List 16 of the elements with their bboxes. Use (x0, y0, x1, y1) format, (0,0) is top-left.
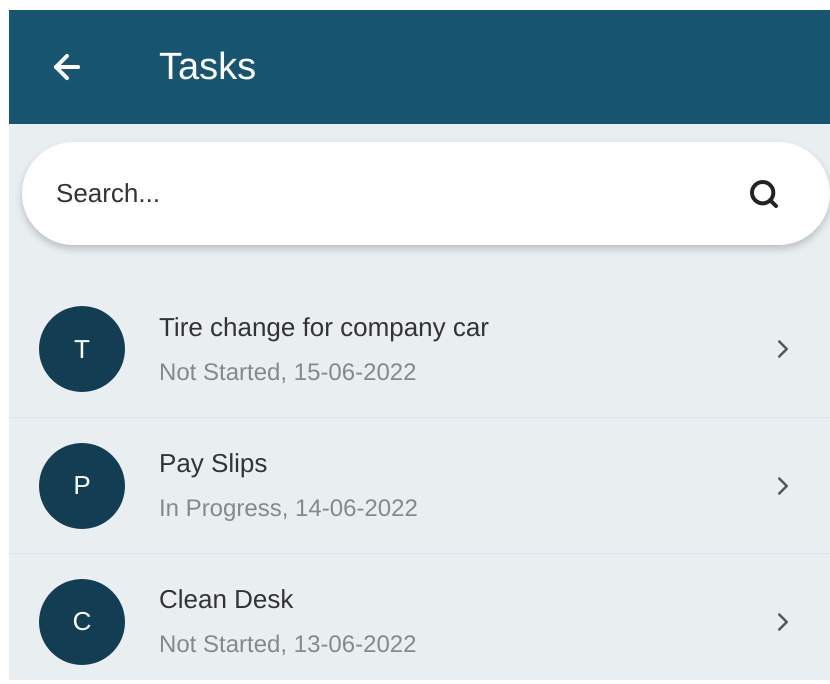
task-status: In Progress, 14-06-2022 (159, 494, 419, 524)
avatar: C (39, 578, 125, 664)
task-row[interactable]: T Tire change for company car Not Started, 15-06-2022 (9, 281, 830, 417)
task-status: Not Started, 15-06-2022 (159, 358, 418, 388)
search-icon[interactable] (748, 178, 780, 210)
search-field[interactable]: Search... (56, 174, 748, 213)
task-status: Not Started, 13-06-2022 (159, 630, 418, 660)
task-title: Clean Desk (159, 583, 294, 616)
task-title: Pay Slips (159, 447, 268, 480)
avatar: T (39, 306, 125, 392)
page-title: Tasks (159, 44, 256, 90)
task-row[interactable]: C Clean Desk Not Started, 13-06-2022 (9, 553, 830, 684)
avatar: P (39, 442, 125, 528)
task-row[interactable]: P Pay Slips In Progress, 14-06-2022 (9, 417, 830, 553)
search-bar[interactable]: Search... (22, 142, 830, 245)
task-title: Tire change for company car (159, 310, 490, 344)
